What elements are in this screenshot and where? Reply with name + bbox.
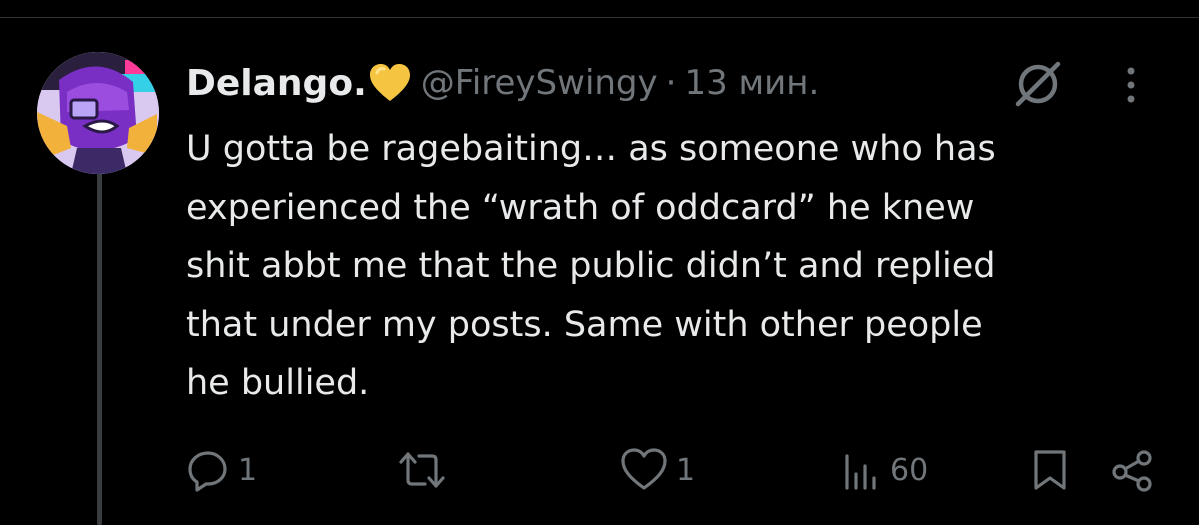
like-button[interactable]: 1 <box>620 448 695 492</box>
timestamp[interactable]: 13 мин. <box>684 63 819 103</box>
like-icon <box>621 448 667 490</box>
top-divider <box>0 17 1199 18</box>
bookmark-icon <box>1034 450 1066 490</box>
reply-button[interactable]: 1 <box>186 448 257 492</box>
reply-count: 1 <box>238 452 258 488</box>
share-icon <box>1112 450 1152 492</box>
views-icon <box>845 454 876 490</box>
retweet-icon <box>399 452 445 488</box>
like-count: 1 <box>676 452 696 488</box>
handle[interactable]: @FireySwingy <box>421 63 658 103</box>
views-count: 60 <box>890 452 929 488</box>
heart-emoji-icon <box>369 63 411 103</box>
tweet-header: Delango. @FireySwingy · 13 мин. <box>186 55 1146 111</box>
tweet-text: U gotta be ragebaiting… as someone who h… <box>186 129 996 403</box>
retweet-button[interactable] <box>398 448 454 492</box>
action-bar: 1 1 60 <box>0 440 1199 500</box>
avatar[interactable] <box>37 52 159 174</box>
more-icon[interactable] <box>1121 63 1141 107</box>
bookmark-button[interactable] <box>1030 448 1070 492</box>
share-button[interactable] <box>1108 448 1156 492</box>
views-button[interactable]: 60 <box>842 448 928 492</box>
grok-icon[interactable] <box>1014 60 1062 108</box>
header-separator: · <box>665 63 677 103</box>
display-name[interactable]: Delango. <box>186 63 367 104</box>
reply-icon <box>188 451 227 492</box>
